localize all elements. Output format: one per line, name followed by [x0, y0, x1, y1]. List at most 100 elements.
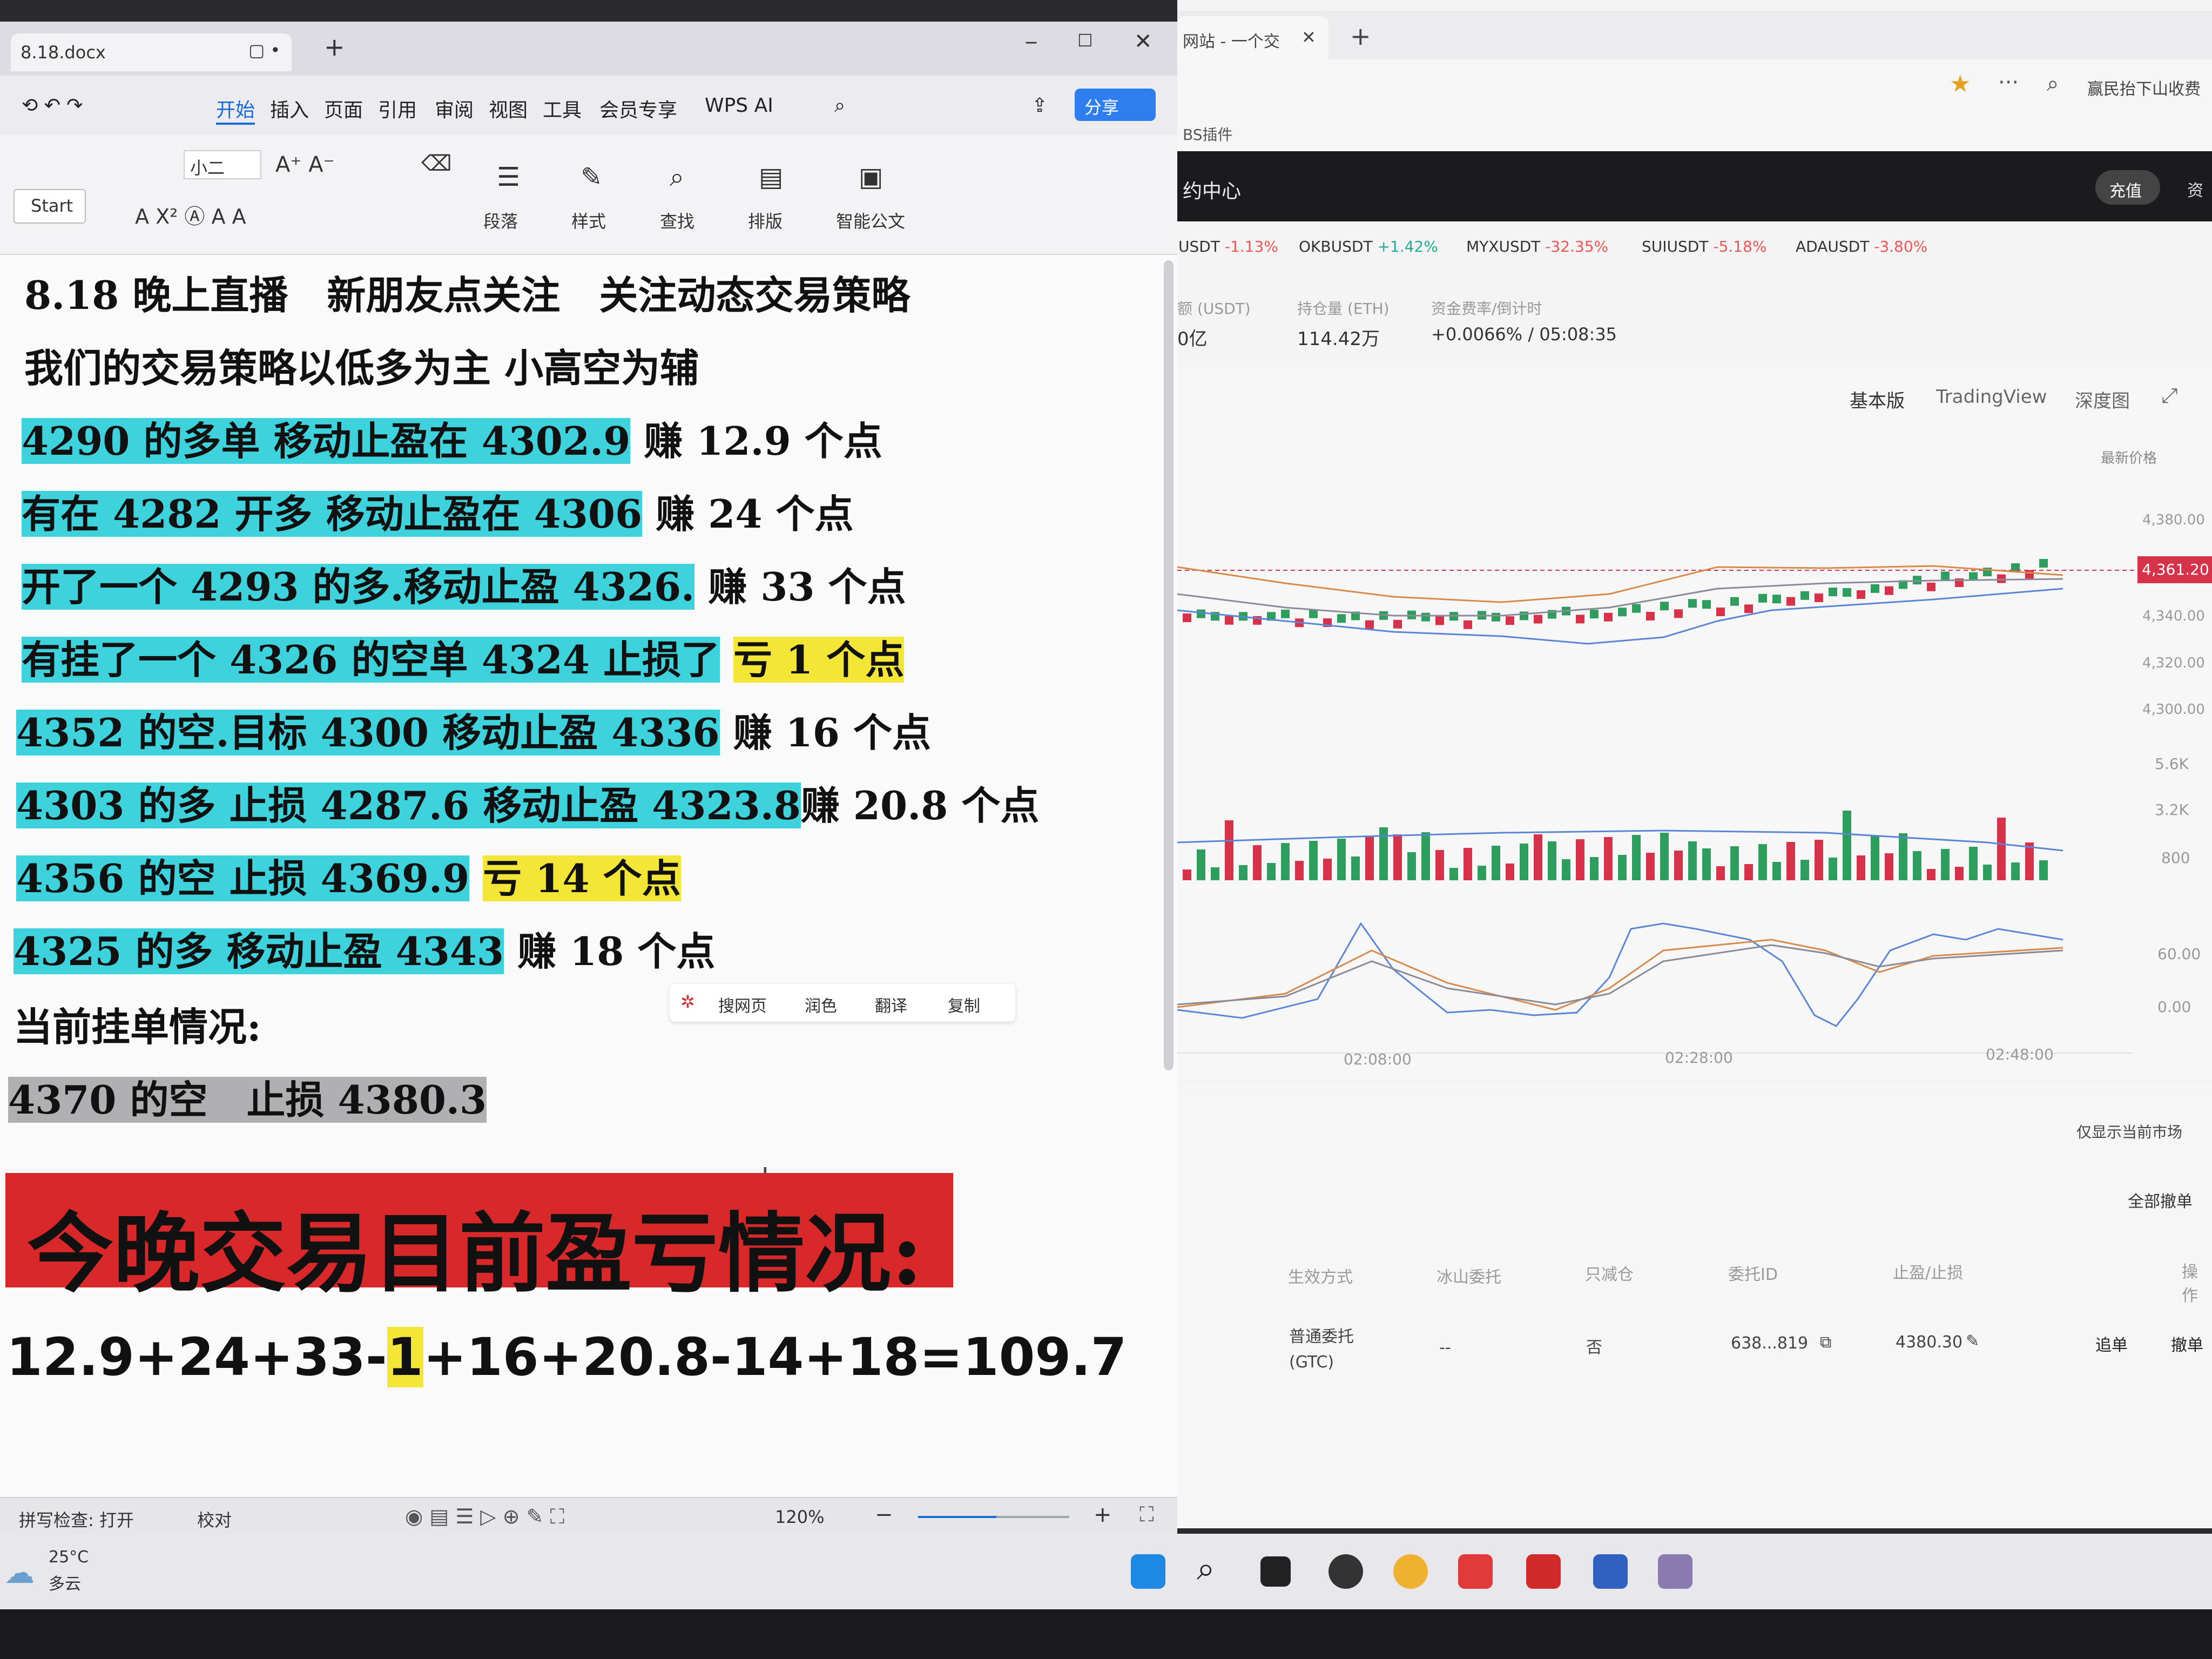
star-icon[interactable]: ★ — [1950, 70, 1971, 98]
copy-button[interactable]: 复制 — [948, 993, 980, 1016]
tab-menu-icon[interactable]: ▢ • — [248, 40, 280, 60]
document-body[interactable]: 8.18 晚上直播 新朋友点关注 关注动态交易策略 我们的交易策略以低多为主 小… — [0, 255, 1177, 1497]
ai-icon[interactable]: ✲ — [680, 992, 695, 1012]
volume-bar — [1520, 844, 1528, 880]
search-web-button[interactable]: 搜网页 — [718, 993, 767, 1016]
ticker-item[interactable]: USDT -1.13% — [1178, 238, 1278, 255]
font-grow-icon[interactable]: A⁺ A⁻ — [275, 152, 335, 177]
nav-assets[interactable]: 资 — [2187, 177, 2203, 201]
view-mode-icons[interactable]: ◉ ▤ ☰ ▷ ⊕ ✎ ⛶ — [405, 1505, 564, 1529]
polish-button[interactable]: 润色 — [805, 993, 837, 1016]
style-label[interactable]: 样式 — [571, 208, 606, 233]
eraser-icon[interactable]: ⌫ — [421, 151, 452, 176]
volume-bar — [1562, 859, 1570, 880]
new-tab-icon[interactable]: + — [324, 32, 345, 62]
trade-tp: 移动止盈 4343 — [226, 928, 504, 974]
undo-icon[interactable]: ⟲ ↶ ↷ — [22, 95, 83, 117]
price-tick: 4,320.00 — [2142, 655, 2205, 671]
menu-insert[interactable]: 插入 — [270, 95, 309, 123]
cloud-upload-icon[interactable]: ⇪ — [1031, 95, 1048, 117]
ticker-item[interactable]: SUIUSDT -5.18% — [1642, 238, 1766, 255]
new-tab-icon[interactable]: + — [1350, 22, 1371, 51]
menu-member[interactable]: 会员专享 — [599, 95, 677, 123]
chase-order-button[interactable]: 追单 — [2095, 1332, 2128, 1355]
menu-home[interactable]: 开始 — [216, 95, 255, 125]
document-tab[interactable]: 8.18.docx ▢ • — [11, 33, 292, 71]
translate-button[interactable]: 翻译 — [875, 993, 907, 1016]
menu-review[interactable]: 审阅 — [435, 95, 474, 123]
volume-bar — [1211, 867, 1219, 880]
ticker-item[interactable]: MYXUSDT -32.35% — [1466, 238, 1608, 255]
candle — [1337, 614, 1346, 623]
edit-icon[interactable]: ✎ — [1966, 1332, 1979, 1351]
smart-doc-label[interactable]: 智能公文 — [836, 208, 905, 233]
calculator-icon[interactable] — [1593, 1554, 1628, 1589]
find-icon[interactable]: ⌕ — [670, 162, 684, 193]
close-icon[interactable]: ✕ — [1134, 29, 1152, 54]
zoom-level[interactable]: 120% — [775, 1507, 824, 1527]
format-icons[interactable]: A X² Ⓐ A A — [135, 200, 246, 230]
vertical-scrollbar[interactable] — [1164, 260, 1174, 1070]
volume-bar — [1407, 852, 1416, 880]
proofread-button[interactable]: 校对 — [197, 1507, 232, 1532]
candle — [1435, 616, 1444, 625]
maximize-icon[interactable]: ☐ — [1077, 30, 1093, 51]
search-icon[interactable]: ⌕ — [1197, 1550, 1215, 1588]
ticker-item[interactable]: OKBUSDT +1.42% — [1299, 238, 1438, 255]
candle — [2039, 559, 2048, 568]
menu-page[interactable]: 页面 — [324, 95, 363, 123]
weather-desc[interactable]: 多云 — [49, 1570, 81, 1594]
app-icon-2[interactable] — [1658, 1554, 1692, 1589]
share-button[interactable]: 分享 — [1075, 89, 1156, 121]
search-icon[interactable]: ⌕ — [834, 95, 845, 117]
volume-bar — [1730, 846, 1739, 880]
fullscreen-icon[interactable]: ⛶ — [1139, 1502, 1154, 1527]
trade-result: 赚 18 个点 — [517, 928, 716, 974]
start-button[interactable]: Start — [14, 189, 86, 224]
candle — [1857, 590, 1865, 599]
bookmark-item[interactable]: BS插件 — [1183, 123, 1233, 145]
menu-reference[interactable]: 引用 — [378, 95, 417, 123]
menu-tools[interactable]: 工具 — [543, 95, 582, 123]
paragraph-label[interactable]: 段落 — [483, 208, 518, 233]
spell-check-toggle[interactable]: 拼写检查: 打开 — [19, 1507, 134, 1532]
search-icon[interactable]: ⌕ — [2047, 71, 2059, 96]
layout-icon[interactable]: ▤ — [759, 162, 783, 192]
minimize-icon[interactable]: ─ — [1026, 32, 1036, 53]
volume-bar — [1492, 846, 1500, 880]
weather-temp[interactable]: 25°C — [49, 1548, 89, 1567]
cancel-order-button[interactable]: 撤单 — [2171, 1332, 2203, 1355]
volume-bar — [1267, 863, 1276, 880]
wps-icon[interactable] — [1526, 1554, 1561, 1589]
copy-icon[interactable]: ⧉ — [1820, 1333, 1831, 1352]
ticker-item[interactable]: ADAUSDT -3.80% — [1796, 238, 1927, 255]
zoom-in-icon[interactable]: + — [1094, 1502, 1112, 1527]
menu-wps-ai[interactable]: WPS AI — [705, 95, 773, 117]
nav-title[interactable]: 约中心 — [1183, 176, 1241, 204]
zoom-slider[interactable] — [918, 1516, 1069, 1518]
browser-tab[interactable]: 网站 - 一个交 ✕ — [1177, 16, 1328, 59]
browser-icon[interactable] — [1393, 1554, 1428, 1589]
volume-bar — [1983, 865, 1992, 880]
only-current-market-toggle[interactable]: 仅显示当前市场 — [2076, 1121, 2182, 1142]
style-icon[interactable]: ✎ — [581, 162, 602, 192]
more-icon[interactable]: ··· — [1998, 70, 2019, 95]
tab-close-icon[interactable]: ✕ — [1301, 27, 1316, 48]
kline-chart[interactable] — [1177, 367, 2212, 1080]
volume-bar — [1464, 848, 1472, 880]
cancel-all-button[interactable]: 全部撤单 — [2128, 1188, 2193, 1212]
volume-bar — [2025, 842, 2034, 880]
netease-music-icon[interactable] — [1458, 1554, 1493, 1589]
address-hint-text[interactable]: 赢民抬下山收费 — [2087, 76, 2201, 99]
smart-doc-icon[interactable]: ▣ — [859, 162, 883, 192]
font-size-select[interactable]: 小二 — [184, 150, 261, 179]
app-icon-1[interactable] — [1328, 1554, 1363, 1589]
layout-label[interactable]: 排版 — [748, 208, 783, 233]
zoom-out-icon[interactable]: − — [875, 1502, 893, 1527]
task-view-icon[interactable] — [1260, 1556, 1291, 1587]
find-label[interactable]: 查找 — [660, 208, 694, 233]
recharge-button[interactable]: 充值 — [2095, 170, 2160, 205]
start-menu-icon[interactable] — [1131, 1554, 1165, 1589]
paragraph-icon[interactable]: ☰ — [497, 162, 520, 192]
menu-view[interactable]: 视图 — [489, 95, 528, 123]
